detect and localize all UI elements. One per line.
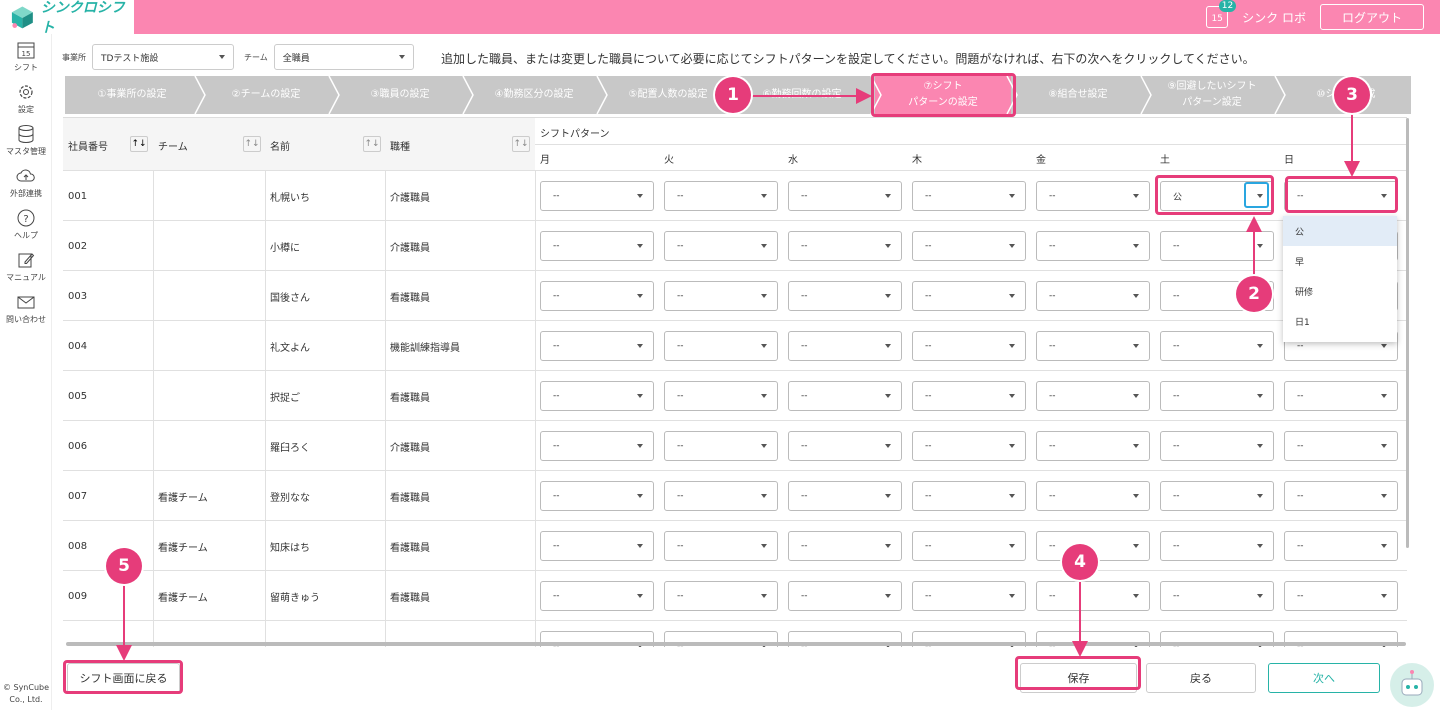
annotation-marker-5: 5 (106, 548, 142, 584)
annotation-marker-1: 1 (715, 77, 751, 113)
annotation-marker-4: 4 (1062, 544, 1098, 580)
annotation-marker-2: 2 (1236, 276, 1272, 312)
annotation-marker-3: 3 (1334, 77, 1370, 113)
